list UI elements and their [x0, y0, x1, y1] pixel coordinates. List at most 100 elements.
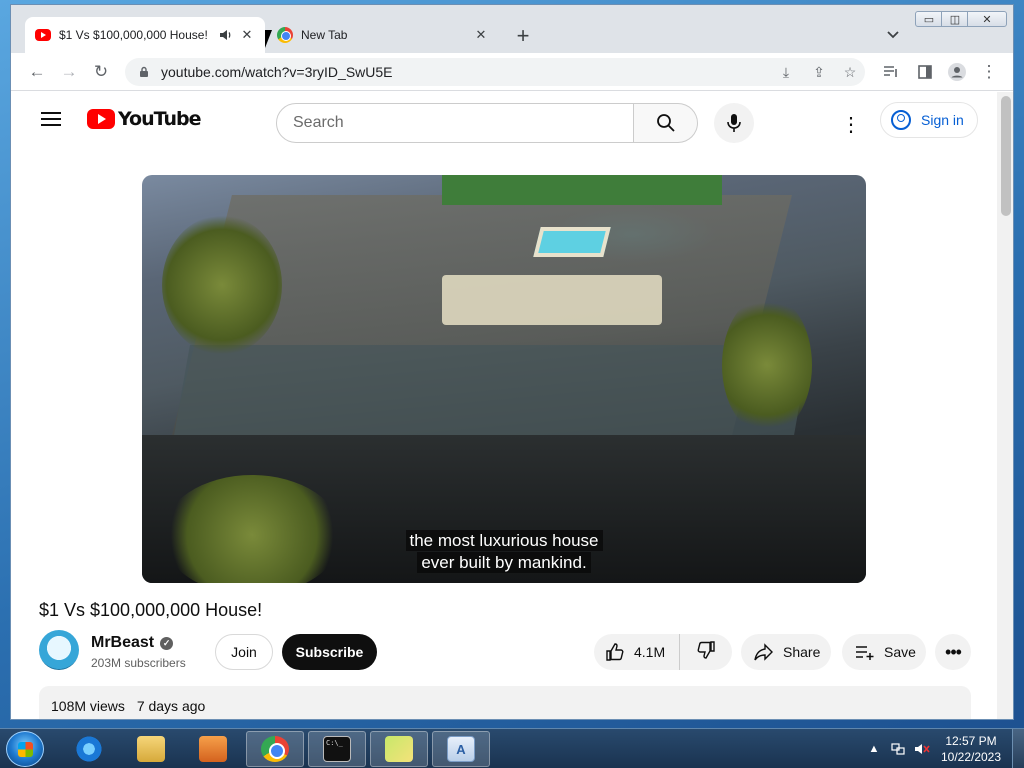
youtube-play-icon [87, 109, 115, 129]
video-title: $1 Vs $100,000,000 House! [39, 600, 263, 620]
taskbar-file-explorer[interactable] [122, 731, 180, 767]
dislike-button[interactable] [680, 634, 732, 670]
minimize-button[interactable]: ▭ [915, 11, 943, 27]
forward-button[interactable]: → [57, 60, 81, 84]
taskbar-command-prompt[interactable]: C:\_ [308, 731, 366, 767]
media-player-icon [199, 736, 227, 762]
menu-hamburger-icon[interactable] [41, 112, 61, 126]
caption-line: ever built by mankind. [142, 552, 866, 573]
sign-in-button[interactable]: Sign in [880, 102, 978, 138]
join-button[interactable]: Join [215, 634, 273, 670]
youtube-logo-text: YouTube [118, 108, 201, 130]
subscribe-button[interactable]: Subscribe [282, 634, 377, 670]
add-to-playlist-icon [854, 641, 876, 663]
share-label: Share [783, 644, 821, 660]
like-count: 4.1M [634, 644, 666, 660]
caption-line: the most luxurious house [142, 530, 866, 551]
channel-avatar[interactable] [39, 630, 79, 670]
tab-new-tab[interactable]: New Tab ✕ [267, 17, 499, 53]
tab-title: $1 Vs $100,000,000 House! - [59, 28, 211, 42]
video-frame-hedge [442, 175, 722, 205]
chrome-favicon-icon [277, 27, 293, 43]
share-button[interactable]: Share [741, 634, 831, 670]
share-icon[interactable]: ⇪ [808, 61, 830, 83]
install-icon[interactable]: ⤓ [775, 61, 797, 83]
like-dislike-group: 4.1M [594, 634, 732, 670]
taskbar-chrome[interactable] [246, 731, 304, 767]
side-panel-icon[interactable] [913, 60, 937, 84]
upload-age: 7 days ago [136, 698, 206, 714]
account-icon [891, 110, 911, 130]
profile-icon[interactable] [945, 60, 969, 84]
youtube-favicon-icon [35, 29, 51, 41]
speaker-icon[interactable] [217, 27, 233, 43]
taskbar-clock[interactable]: 12:57 PM 10/22/2023 [936, 733, 1006, 765]
settings-kebab-icon[interactable]: ⋮ [837, 110, 865, 138]
scrollbar-thumb[interactable] [1001, 96, 1011, 216]
back-button[interactable]: ← [25, 60, 49, 84]
show-desktop-button[interactable] [1012, 729, 1024, 768]
close-tab-icon[interactable]: ✕ [239, 27, 255, 43]
search-button[interactable] [634, 103, 698, 143]
sign-in-label: Sign in [921, 112, 964, 128]
close-tab-icon[interactable]: ✕ [473, 27, 489, 43]
chrome-icon [261, 736, 289, 762]
address-bar[interactable]: youtube.com/watch?v=3ryID_SwU5E ⤓ ⇪ ☆ [125, 58, 865, 86]
internet-explorer-icon [75, 736, 103, 762]
wordpad-icon: A [447, 736, 475, 762]
new-tab-button[interactable]: + [511, 23, 535, 48]
start-button[interactable] [6, 731, 44, 767]
description-box[interactable]: 108M views 7 days ago [39, 686, 971, 719]
share-arrow-icon [753, 641, 775, 663]
command-prompt-icon: C:\_ [323, 736, 351, 762]
video-frame-lounge [442, 275, 662, 325]
tab-strip: $1 Vs $100,000,000 House! - ✕ New Tab ✕ … [11, 5, 1013, 53]
maximize-button[interactable]: ◫ [941, 11, 969, 27]
video-player[interactable]: the most luxurious house ever built by m… [142, 175, 866, 583]
channel-name[interactable]: MrBeast ✓ [91, 634, 174, 652]
chrome-window: $1 Vs $100,000,000 House! - ✕ New Tab ✕ … [10, 4, 1014, 720]
system-tray: ▲ [866, 737, 930, 761]
save-label: Save [884, 644, 916, 660]
video-frame-tree [162, 215, 282, 355]
clock-date: 10/22/2023 [940, 750, 1002, 764]
channel-name-text: MrBeast [91, 634, 155, 651]
subscriber-count: 203M subscribers [91, 656, 186, 670]
tab-youtube[interactable]: $1 Vs $100,000,000 House! - ✕ [25, 17, 265, 53]
microphone-icon [727, 114, 741, 132]
tab-title: New Tab [301, 28, 348, 42]
network-icon[interactable] [890, 741, 906, 757]
file-explorer-icon [137, 736, 165, 762]
tab-search-button[interactable] [883, 25, 903, 45]
lock-icon[interactable] [137, 65, 151, 79]
windows-taskbar: C:\_ A ▲ 12:57 PM 10/22/2023 [0, 728, 1024, 768]
like-button[interactable]: 4.1M [594, 634, 680, 670]
video-frame-tree [722, 295, 812, 435]
reload-button[interactable]: ↻ [89, 60, 113, 84]
url-text[interactable]: youtube.com/watch?v=3ryID_SwU5E [161, 64, 393, 80]
page-scrollbar[interactable] [997, 92, 1013, 719]
search-input[interactable]: Search [276, 103, 634, 143]
verified-check-icon: ✓ [160, 636, 174, 650]
taskbar-sticky-notes[interactable] [370, 731, 428, 767]
taskbar-wordpad[interactable]: A [432, 731, 490, 767]
star-icon[interactable]: ☆ [839, 61, 861, 83]
taskbar-media-player[interactable] [184, 731, 242, 767]
save-button[interactable]: Save [842, 634, 926, 670]
more-actions-button[interactable]: ••• [935, 634, 971, 670]
sticky-notes-icon [385, 736, 413, 762]
thumbs-up-icon [604, 641, 626, 663]
youtube-logo[interactable]: YouTube [87, 108, 201, 130]
menu-icon[interactable]: ⋮ [977, 60, 1001, 84]
volume-muted-icon[interactable] [914, 741, 930, 757]
browser-toolbar: ← → ↻ youtube.com/watch?v=3ryID_SwU5E ⤓ … [11, 53, 1013, 91]
video-frame-glass [174, 345, 810, 435]
mouse-cursor [265, 30, 279, 48]
search-icon [656, 114, 675, 132]
voice-search-button[interactable] [714, 103, 754, 143]
clock-time: 12:57 PM [945, 734, 997, 748]
taskbar-internet-explorer[interactable] [60, 731, 118, 767]
show-hidden-icons-icon[interactable]: ▲ [866, 741, 882, 757]
close-window-button[interactable]: ✕ [967, 11, 1007, 27]
reading-list-icon[interactable] [879, 60, 903, 84]
